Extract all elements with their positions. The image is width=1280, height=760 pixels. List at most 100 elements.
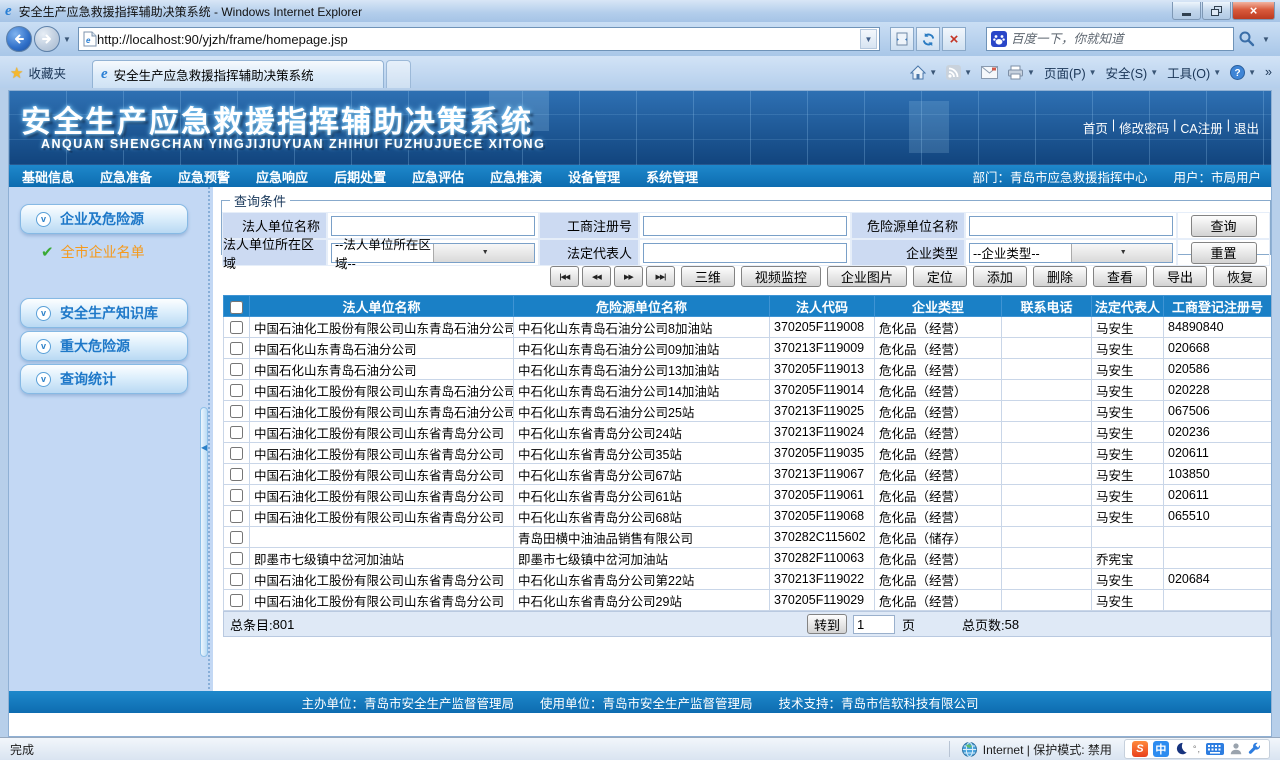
row-checkbox[interactable] — [230, 363, 243, 377]
tools-menu[interactable]: 工具(O) ▼ — [1167, 63, 1221, 82]
enterprise-type-select[interactable]: --企业类型-- ▼ — [969, 242, 1173, 263]
overflow-chevron[interactable]: » — [1265, 65, 1272, 79]
paging-button-2[interactable]: ◀◀ — [581, 266, 611, 287]
toolbar-button-5[interactable]: 添加 — [972, 266, 1027, 287]
search-button[interactable]: 查询 — [1190, 214, 1257, 237]
favorites-button[interactable]: ★ 收藏夹 — [10, 63, 66, 82]
back-button[interactable] — [6, 26, 32, 52]
sidebar-group-major-hazard[interactable]: v 重大危险源 — [20, 331, 188, 361]
row-checkbox[interactable] — [230, 426, 243, 440]
banner-link-3[interactable]: CA注册 — [1180, 118, 1222, 137]
toolbar-button-6[interactable]: 删除 — [1032, 266, 1087, 287]
row-select-cell — [223, 505, 250, 527]
forward-button[interactable] — [34, 26, 60, 52]
toolbar-button-8[interactable]: 导出 — [1152, 266, 1207, 287]
search-input[interactable] — [1011, 32, 1229, 46]
legal-name-input[interactable] — [331, 215, 535, 236]
collapse-sidebar-icon[interactable]: ◀ — [201, 443, 207, 452]
banner-link-1[interactable]: 首页 — [1083, 118, 1108, 137]
sidebar-group-query-statistics[interactable]: v 查询统计 — [20, 364, 188, 394]
cell-legal-code: 370205F119008 — [769, 316, 875, 338]
banner-link-4[interactable]: 退出 — [1234, 118, 1259, 137]
search-options-dropdown[interactable]: ▼ — [1262, 35, 1270, 44]
reset-button[interactable]: 重置 — [1190, 241, 1257, 264]
help-button[interactable]: ? ▼ — [1230, 64, 1256, 80]
page-menu[interactable]: 页面(P) ▼ — [1044, 63, 1097, 82]
mail-button[interactable] — [981, 65, 999, 79]
print-button[interactable]: ▼ — [1007, 65, 1035, 80]
browser-tab[interactable]: e 安全生产应急救援指挥辅助决策系统 — [92, 60, 384, 88]
sogou-icon[interactable]: S — [1131, 741, 1148, 757]
feeds-button[interactable]: ▼ — [946, 64, 972, 80]
punctuation-mode-icon[interactable]: °, — [1193, 744, 1201, 754]
toolbar-button-1[interactable]: 三维 — [680, 266, 735, 287]
splitter-dotted-line — [208, 187, 210, 713]
restore-button[interactable] — [1202, 2, 1231, 20]
new-tab-button[interactable] — [386, 60, 411, 88]
settings-wrench-icon[interactable] — [1248, 742, 1262, 756]
home-dropdown[interactable]: ▼ — [929, 68, 937, 77]
minimize-button[interactable] — [1172, 2, 1201, 20]
row-checkbox[interactable] — [230, 384, 243, 398]
security-menu[interactable]: 安全(S) ▼ — [1106, 63, 1159, 82]
sidebar-splitter[interactable]: ◀ — [199, 187, 213, 713]
menu-item-4[interactable]: 应急响应 — [243, 167, 321, 186]
paging-button-4[interactable]: ▶▶| — [645, 266, 675, 287]
address-dropdown[interactable]: ▼ — [860, 29, 877, 49]
compatibility-view-button[interactable] — [890, 27, 914, 51]
hazard-name-input[interactable] — [969, 215, 1173, 236]
paging-button-1[interactable]: |◀◀ — [549, 266, 579, 287]
sidebar-group-safety-knowledge[interactable]: v 安全生产知识库 — [20, 298, 188, 328]
toolbar-button-3[interactable]: 企业图片 — [826, 266, 907, 287]
row-checkbox[interactable] — [230, 489, 243, 503]
menu-item-9[interactable]: 系统管理 — [633, 167, 711, 186]
toolbar-button-2[interactable]: 视频监控 — [740, 266, 821, 287]
moon-icon[interactable] — [1174, 742, 1188, 756]
region-select[interactable]: --法人单位所在区域-- ▼ — [331, 238, 535, 271]
row-checkbox[interactable] — [230, 447, 243, 461]
row-checkbox[interactable] — [230, 510, 243, 524]
toolbar-button-7[interactable]: 查看 — [1092, 266, 1147, 287]
address-input[interactable] — [97, 31, 860, 47]
row-checkbox[interactable] — [230, 342, 243, 356]
reg-no-input[interactable] — [643, 215, 847, 236]
cell-legal-representative: 马安生 — [1091, 484, 1164, 506]
row-checkbox[interactable] — [230, 594, 243, 608]
feeds-dropdown[interactable]: ▼ — [964, 68, 972, 77]
search-go-button[interactable] — [1238, 30, 1255, 47]
row-checkbox[interactable] — [230, 468, 243, 482]
page-number-input[interactable] — [853, 615, 895, 634]
goto-page-button[interactable]: 转到 — [807, 614, 847, 634]
menu-item-5[interactable]: 后期处置 — [321, 167, 399, 186]
history-dropdown[interactable]: ▼ — [63, 35, 71, 44]
cell-business-reg-no — [1163, 547, 1271, 569]
sidebar-group-enterprise-hazard[interactable]: v 企业及危险源 — [20, 204, 188, 234]
representative-input[interactable] — [643, 242, 847, 263]
stop-button[interactable]: × — [942, 27, 966, 51]
soft-keyboard-icon[interactable] — [1206, 742, 1224, 756]
select-all-checkbox[interactable] — [230, 300, 243, 314]
menu-item-2[interactable]: 应急准备 — [87, 167, 165, 186]
menu-item-7[interactable]: 应急推演 — [477, 167, 555, 186]
banner-link-2[interactable]: 修改密码 — [1119, 118, 1169, 137]
close-button[interactable]: × — [1232, 2, 1275, 20]
toolbar-button-9[interactable]: 恢复 — [1212, 266, 1267, 287]
row-checkbox[interactable] — [230, 531, 243, 545]
cell-enterprise-type: 危化品（经营） — [874, 547, 1002, 569]
refresh-button[interactable] — [916, 27, 940, 51]
paging-button-3[interactable]: ▶▶ — [613, 266, 643, 287]
row-checkbox[interactable] — [230, 552, 243, 566]
menu-item-3[interactable]: 应急预警 — [165, 167, 243, 186]
menu-item-6[interactable]: 应急评估 — [399, 167, 477, 186]
row-checkbox[interactable] — [230, 573, 243, 587]
menu-item-1[interactable]: 基础信息 — [9, 167, 87, 186]
home-button[interactable]: ▼ — [910, 64, 937, 80]
toolbar-button-4[interactable]: 定位 — [912, 266, 967, 287]
menu-item-8[interactable]: 设备管理 — [555, 167, 633, 186]
sidebar-item-city-enterprise-list[interactable]: ✔ 全市企业名单 — [41, 242, 199, 262]
chinese-mode-icon[interactable]: 中 — [1152, 741, 1169, 757]
print-dropdown[interactable]: ▼ — [1027, 68, 1035, 77]
row-checkbox[interactable] — [230, 321, 243, 335]
row-checkbox[interactable] — [230, 405, 243, 419]
user-icon[interactable] — [1229, 742, 1243, 756]
